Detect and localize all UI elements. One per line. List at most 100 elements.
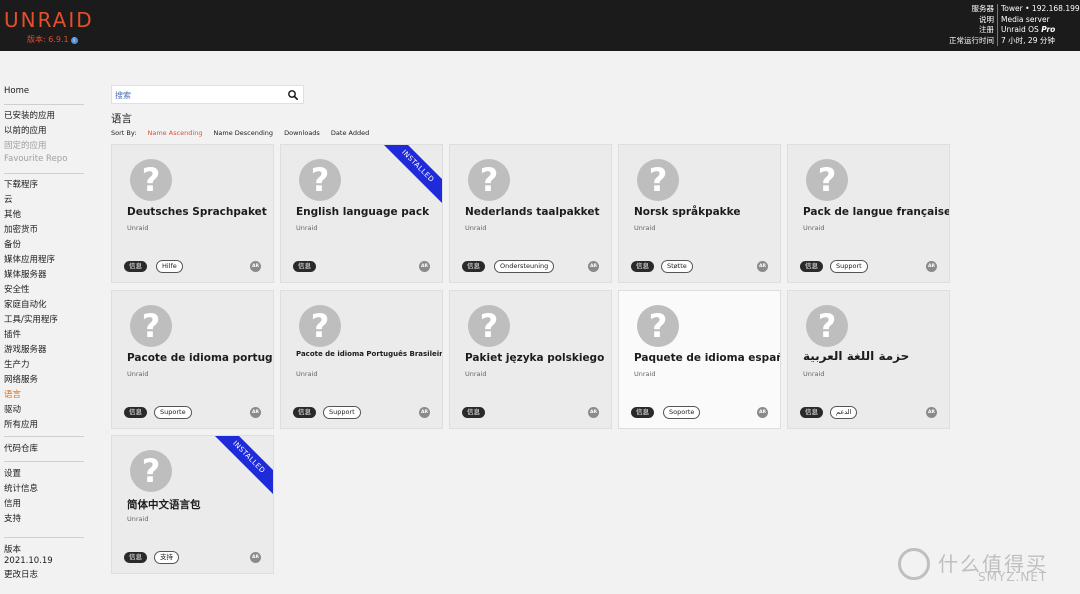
app-card[interactable]: ? Pakiet języka polskiego Unraid 信息 AR <box>449 290 612 429</box>
ar-icon[interactable]: AR <box>419 407 430 418</box>
app-card[interactable]: ? Paquete de idioma español Unraid 信息 Soport… <box>618 290 781 429</box>
info-button[interactable]: 信息 <box>293 261 316 272</box>
sidebar-item-29[interactable]: 更改日志 <box>4 568 38 580</box>
app-card[interactable]: ? حزمة اللغة العربية Unraid 信息 الدعم AR <box>787 290 950 429</box>
sidebar-item-22[interactable]: 代码仓库 <box>4 442 38 454</box>
sidebar-item-11[interactable]: 媒体服务器 <box>4 268 47 280</box>
app-title[interactable]: English language pack <box>296 206 429 218</box>
app-placeholder-icon[interactable]: ? <box>468 159 510 201</box>
sidebar-item-6[interactable]: 云 <box>4 193 13 205</box>
sidebar-item-9[interactable]: 备份 <box>4 238 21 250</box>
app-card[interactable]: ? Pacote de idioma Português Brasileiro Un… <box>280 290 443 429</box>
app-title[interactable]: Pack de langue française <box>803 206 949 218</box>
app-title[interactable]: Pakiet języka polskiego <box>465 352 604 364</box>
app-placeholder-icon[interactable]: ? <box>637 305 679 347</box>
sidebar-item-14[interactable]: 工具/实用程序 <box>4 313 58 325</box>
sidebar-item-20[interactable]: 驱动 <box>4 403 21 415</box>
unraid-logo[interactable]: UNRAID <box>4 8 94 32</box>
sidebar-item-18[interactable]: 网络服务 <box>4 373 38 385</box>
sort-downloads[interactable]: Downloads <box>284 129 320 137</box>
app-placeholder-icon[interactable]: ? <box>299 159 341 201</box>
app-card[interactable]: ? Norsk språkpakke Unraid 信息 Støtte AR <box>618 144 781 283</box>
search-box[interactable] <box>111 85 304 104</box>
sidebar-item-19[interactable]: 语言 <box>4 388 21 400</box>
info-button[interactable]: 信息 <box>800 407 823 418</box>
sidebar-item-7[interactable]: 其他 <box>4 208 21 220</box>
app-placeholder-icon[interactable]: ? <box>806 159 848 201</box>
sidebar-item-25[interactable]: 信用 <box>4 497 21 509</box>
info-button[interactable]: 信息 <box>462 261 485 272</box>
info-button[interactable]: 信息 <box>124 261 147 272</box>
app-card[interactable]: ? Pack de langue française Unraid 信息 Support… <box>787 144 950 283</box>
sidebar-item-15[interactable]: 插件 <box>4 328 21 340</box>
info-button[interactable]: 信息 <box>124 407 147 418</box>
app-placeholder-icon[interactable]: ? <box>806 305 848 347</box>
info-button[interactable]: 信息 <box>800 261 823 272</box>
support-button[interactable]: Hilfe <box>156 260 183 273</box>
sidebar-item-3[interactable]: 固定的应用 <box>4 139 47 151</box>
sidebar-item-4[interactable]: Favourite Repo <box>4 154 67 164</box>
info-button[interactable]: 信息 <box>293 407 316 418</box>
ar-icon[interactable]: AR <box>588 407 599 418</box>
ar-icon[interactable]: AR <box>419 261 430 272</box>
info-button[interactable]: 信息 <box>631 261 654 272</box>
app-placeholder-icon[interactable]: ? <box>637 159 679 201</box>
ar-icon[interactable]: AR <box>926 261 937 272</box>
app-card[interactable]: ? English language pack Unraid 信息 AR INSTALLE… <box>280 144 443 283</box>
app-card[interactable]: ? Deutsches Sprachpaket Unraid 信息 Hilfe AR <box>111 144 274 283</box>
app-placeholder-icon[interactable]: ? <box>299 305 341 347</box>
ar-icon[interactable]: AR <box>926 407 937 418</box>
sidebar-item-12[interactable]: 安全性 <box>4 283 30 295</box>
info-button[interactable]: 信息 <box>462 407 485 418</box>
support-button[interactable]: Suporte <box>154 406 192 419</box>
support-button[interactable]: Support <box>830 260 868 273</box>
ar-icon[interactable]: AR <box>250 407 261 418</box>
sidebar-item-21[interactable]: 所有应用 <box>4 418 38 430</box>
app-placeholder-icon[interactable]: ? <box>130 159 172 201</box>
support-button[interactable]: Soporte <box>663 406 701 419</box>
app-card[interactable]: ? Nederlands taalpakket Unraid 信息 Ondersteun… <box>449 144 612 283</box>
support-button[interactable]: Ondersteuning <box>494 260 555 273</box>
sort-name-ascending[interactable]: Name Ascending <box>148 129 203 137</box>
app-title[interactable]: Norsk språkpakke <box>634 206 741 218</box>
info-button[interactable]: 信息 <box>124 552 147 563</box>
sidebar-item-8[interactable]: 加密货币 <box>4 223 38 235</box>
sidebar-item-0[interactable]: Home <box>4 86 29 96</box>
app-placeholder-icon[interactable]: ? <box>130 305 172 347</box>
app-title[interactable]: Deutsches Sprachpaket <box>127 206 267 218</box>
ar-icon[interactable]: AR <box>588 261 599 272</box>
app-card[interactable]: ? Pacote de idioma português Unraid 信息 Supor… <box>111 290 274 429</box>
registration-value[interactable]: Unraid OS Pro <box>1001 25 1080 36</box>
app-placeholder-icon[interactable]: ? <box>468 305 510 347</box>
app-title[interactable]: Pacote de idioma português <box>127 352 273 364</box>
sidebar-item-26[interactable]: 支持 <box>4 512 21 524</box>
sidebar-item-5[interactable]: 下载程序 <box>4 178 38 190</box>
info-button[interactable]: 信息 <box>631 407 654 418</box>
app-title[interactable]: Paquete de idioma español <box>634 352 780 364</box>
support-button[interactable]: Støtte <box>661 260 693 273</box>
support-button[interactable]: Support <box>323 406 361 419</box>
sort-name-descending[interactable]: Name Descending <box>214 129 274 137</box>
app-placeholder-icon[interactable]: ? <box>130 450 172 492</box>
app-title[interactable]: Nederlands taalpakket <box>465 206 600 218</box>
app-title[interactable]: 简体中文语言包 <box>127 497 201 512</box>
sidebar-item-17[interactable]: 生产力 <box>4 358 30 370</box>
search-icon[interactable] <box>287 89 299 101</box>
support-button[interactable]: الدعم <box>830 406 858 419</box>
ar-icon[interactable]: AR <box>250 552 261 563</box>
sidebar-item-13[interactable]: 家庭自动化 <box>4 298 47 310</box>
sidebar-item-16[interactable]: 游戏服务器 <box>4 343 47 355</box>
sidebar-item-1[interactable]: 已安装的应用 <box>4 109 55 121</box>
support-button[interactable]: 支持 <box>154 551 179 564</box>
sidebar-item-23[interactable]: 设置 <box>4 467 21 479</box>
info-icon[interactable]: i <box>70 37 78 44</box>
sort-date-added[interactable]: Date Added <box>331 129 369 137</box>
search-input[interactable] <box>115 89 285 101</box>
sidebar-item-24[interactable]: 统计信息 <box>4 482 38 494</box>
sidebar-item-10[interactable]: 媒体应用程序 <box>4 253 55 265</box>
app-card[interactable]: ? 简体中文语言包 Unraid 信息 支持 AR INSTALLED <box>111 435 274 574</box>
app-title[interactable]: حزمة اللغة العربية <box>803 349 909 363</box>
ar-icon[interactable]: AR <box>757 407 768 418</box>
ar-icon[interactable]: AR <box>757 261 768 272</box>
app-title[interactable]: Pacote de idioma Português Brasileiro <box>296 350 442 358</box>
